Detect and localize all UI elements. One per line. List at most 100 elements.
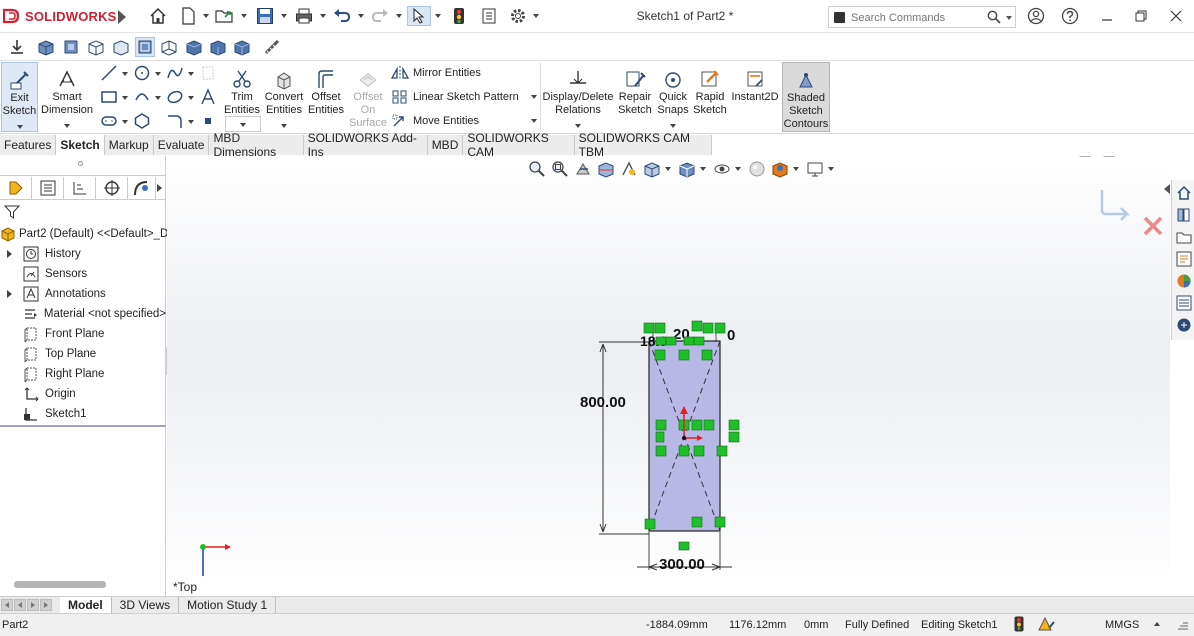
quick-snaps-dropdown-icon[interactable] — [670, 124, 676, 128]
arc-tool-icon[interactable] — [132, 87, 152, 107]
smart-dimension-button[interactable]: Smart Dimension — [41, 62, 93, 132]
height-dimension[interactable]: 800.00 — [580, 341, 649, 535]
save-dropdown-icon[interactable] — [281, 14, 287, 18]
repair-sketch-button[interactable]: Repair Sketch — [616, 62, 654, 132]
relations-dropdown-icon[interactable] — [575, 124, 581, 128]
view-cube-icon-2[interactable] — [61, 37, 81, 57]
undo-icon[interactable] — [331, 6, 353, 26]
user-account-icon[interactable] — [1025, 6, 1047, 26]
tree-item-annotations[interactable]: Annotations — [0, 284, 166, 304]
view-cube-icon-7[interactable] — [184, 37, 204, 57]
search-commands-box[interactable] — [828, 6, 1016, 28]
graphics-area[interactable]: 800.00 300.00 18.0 20 0 *Top — [167, 156, 1170, 596]
view-cube-icon-9[interactable] — [232, 37, 252, 57]
tab-evaluate[interactable]: Evaluate — [153, 135, 210, 155]
status-units[interactable]: MMGS — [1105, 619, 1139, 631]
expand-arrow-icon[interactable] — [4, 249, 14, 259]
shaded-sketch-contours-button[interactable]: Shaded Sketch Contours — [782, 62, 830, 132]
display-delete-relations-button[interactable]: Display/Delete Relations — [542, 62, 614, 132]
display-manager-tab-icon[interactable] — [128, 177, 156, 199]
instant2d-button[interactable]: Instant2D — [730, 62, 780, 132]
home-icon[interactable] — [147, 6, 169, 26]
minimize-window-icon[interactable] — [1096, 6, 1118, 26]
open-dropdown-icon[interactable] — [241, 14, 247, 18]
help-icon[interactable] — [1059, 6, 1081, 26]
dimxpert-manager-tab-icon[interactable] — [96, 177, 128, 199]
tree-item-front-plane[interactable]: Front Plane — [0, 324, 166, 344]
point-tool-icon[interactable] — [198, 111, 218, 131]
mirror-entities-button[interactable]: Mirror Entities — [390, 63, 481, 83]
rebuild-icon[interactable] — [448, 6, 470, 26]
close-window-icon[interactable] — [1165, 6, 1187, 26]
arc-dropdown-icon[interactable] — [155, 96, 161, 100]
spline-dropdown-icon[interactable] — [188, 72, 194, 76]
circle-dropdown-icon[interactable] — [155, 72, 161, 76]
smart-dimension-dropdown-icon[interactable] — [64, 124, 70, 128]
redo-dropdown-icon[interactable] — [396, 14, 402, 18]
tab-solidworks-add-ins[interactable]: SOLIDWORKS Add-Ins — [303, 131, 428, 159]
ellipse-tool-icon[interactable] — [165, 87, 185, 107]
tree-rollback-bar[interactable] — [0, 425, 166, 427]
tab-3d-views[interactable]: 3D Views — [112, 597, 180, 613]
custom-properties-icon[interactable] — [1174, 293, 1193, 312]
new-document-icon[interactable] — [177, 6, 199, 26]
fm-tabs-more-icon[interactable] — [157, 184, 162, 192]
task-pane-expand-icon[interactable] — [1164, 184, 1170, 194]
view-cube-icon-4[interactable] — [111, 37, 131, 57]
appearances-scenes-icon[interactable] — [1174, 271, 1193, 290]
exit-sketch-dropdown-icon[interactable] — [17, 125, 23, 129]
print-dropdown-icon[interactable] — [320, 14, 326, 18]
tab-markup[interactable]: Markup — [104, 135, 154, 155]
width-dimension[interactable]: 300.00 — [637, 532, 732, 573]
ellipse-dropdown-icon[interactable] — [188, 96, 194, 100]
property-manager-tab-icon[interactable] — [32, 177, 64, 199]
solidworks-resources-icon[interactable] — [1174, 183, 1193, 202]
view-cube-icon-1[interactable] — [36, 37, 56, 57]
solidworks-logo[interactable]: SOLIDWORKS — [3, 7, 117, 25]
tab-features[interactable]: Features — [0, 135, 57, 155]
feature-manager-tab-icon[interactable] — [0, 177, 32, 199]
units-dropdown-icon[interactable] — [1154, 622, 1160, 626]
tab-motion-study-1[interactable]: Motion Study 1 — [179, 597, 277, 613]
quick-tips-icon[interactable] — [1036, 616, 1056, 635]
prev-tab-nav-icon[interactable] — [14, 599, 26, 611]
last-tab-nav-icon[interactable] — [40, 599, 52, 611]
undo-dropdown-icon[interactable] — [358, 14, 364, 18]
print-icon[interactable] — [293, 6, 315, 26]
pattern-dropdown-icon[interactable] — [531, 95, 537, 99]
select-cursor-icon[interactable] — [407, 6, 431, 26]
spline-tool-icon[interactable] — [165, 63, 185, 83]
cancel-sketch-icon[interactable] — [1143, 216, 1163, 236]
tree-horizontal-scrollbar[interactable] — [14, 581, 106, 588]
tree-filter[interactable] — [2, 204, 162, 222]
next-tab-nav-icon[interactable] — [27, 599, 39, 611]
solidworks-forum-icon[interactable] — [1174, 315, 1193, 334]
confirmation-corner[interactable] — [1100, 190, 1163, 236]
tree-root[interactable]: Part2 (Default) <<Default>_D — [0, 224, 168, 244]
confirm-sketch-icon[interactable] — [1100, 190, 1131, 221]
panel-grip-icon[interactable] — [78, 161, 83, 166]
options-gear-icon[interactable] — [507, 6, 529, 26]
rectangle-dropdown-icon[interactable] — [122, 96, 128, 100]
polygon-tool-icon[interactable] — [132, 111, 152, 131]
tree-item-top-plane[interactable]: Top Plane — [0, 344, 166, 364]
height-dimension-text[interactable]: 800.00 — [580, 394, 626, 411]
restore-window-icon[interactable] — [1130, 6, 1152, 26]
view-cube-icon-6[interactable] — [159, 37, 179, 57]
normal-to-view-icon[interactable] — [135, 37, 155, 57]
open-folder-icon[interactable] — [214, 6, 236, 26]
circle-tool-icon[interactable] — [132, 63, 152, 83]
rapid-sketch-button[interactable]: Rapid Sketch — [692, 62, 728, 132]
tree-item-material[interactable]: Material <not specified> — [0, 304, 166, 324]
tree-item-right-plane[interactable]: Right Plane — [0, 364, 166, 384]
expand-arrow-icon[interactable] — [4, 289, 14, 299]
measure-icon[interactable] — [262, 37, 282, 57]
view-cube-icon-8[interactable] — [208, 37, 228, 57]
rebuild-status-icon[interactable] — [1014, 616, 1024, 635]
search-input[interactable] — [851, 10, 981, 25]
design-library-icon[interactable] — [1174, 205, 1193, 224]
linear-sketch-pattern-button[interactable]: Linear Sketch Pattern — [390, 87, 519, 107]
offset-on-surface-button[interactable]: Offset On Surface — [348, 62, 388, 132]
new-dropdown-icon[interactable] — [203, 14, 209, 18]
tab-model[interactable]: Model — [60, 597, 112, 613]
